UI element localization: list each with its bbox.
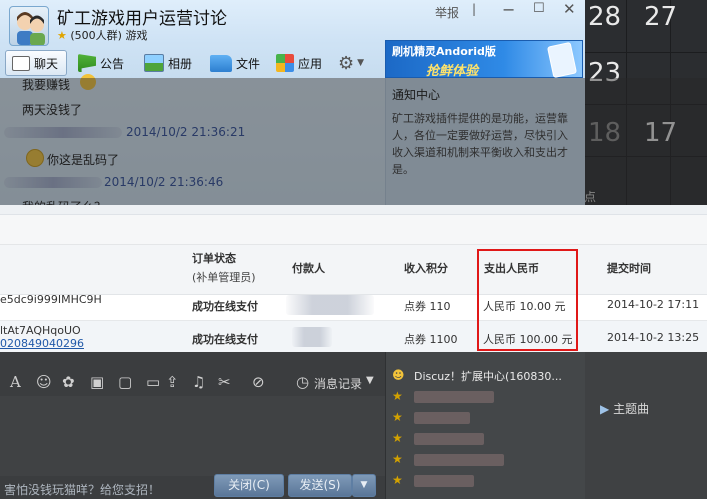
submit-time: 2014-10-2 13:25: [607, 331, 700, 344]
minimize-icon[interactable]: −: [502, 0, 515, 19]
dim-overlay: [0, 78, 707, 205]
order-status: 成功在线支付: [192, 300, 258, 313]
group-member-count: (500人群): [70, 29, 122, 42]
calendar-day: 28: [588, 2, 622, 32]
close-icon[interactable]: ✕: [563, 0, 576, 18]
chevron-down-icon[interactable]: ▼: [366, 375, 374, 386]
redacted-member: [414, 475, 474, 487]
header-income: 收入积分: [404, 262, 448, 275]
group-avatar[interactable]: [9, 6, 49, 46]
scissors-icon[interactable]: ✂: [218, 373, 231, 391]
star-icon: ★: [57, 29, 67, 42]
message-record-button[interactable]: 消息记录: [314, 375, 362, 392]
order-table-panel: 订单状态 (补单管理员) 付款人 收入积分 支出人民币 提交时间 e5dc9i9…: [0, 214, 707, 353]
member-list[interactable]: ☻ Discuz！扩展中心(160830... ★ ★ ★ ★ ★: [385, 352, 585, 499]
emoji-icon[interactable]: ☺: [36, 373, 52, 391]
phone-icon: [546, 41, 578, 79]
window-title: 矿工游戏用户运营讨论: [57, 9, 227, 29]
message-input[interactable]: [0, 396, 385, 476]
header-status: 订单状态: [192, 252, 236, 265]
send-button[interactable]: 发送(S): [288, 474, 352, 497]
star-icon: ★: [392, 473, 403, 487]
backdrop-right: [585, 352, 707, 499]
table-row: e5dc9i999IMHC9H 成功在线支付 点券 110 人民币 10.00 …: [0, 287, 707, 321]
photo-icon: [144, 54, 164, 72]
redacted-member: [414, 412, 470, 424]
redacted-member: [414, 433, 484, 445]
group-toolbar: 聊天 公告 相册 文件 应用 ⚙ ▼: [0, 46, 385, 78]
toolbar-album-button[interactable]: 相册: [144, 50, 192, 76]
font-icon[interactable]: A: [10, 373, 21, 391]
shake-icon[interactable]: ▭: [146, 373, 160, 391]
screenshot-icon[interactable]: ▢: [118, 373, 132, 391]
upload-icon[interactable]: ⇪: [166, 373, 179, 391]
chat-icon: [12, 55, 30, 71]
separator: |: [472, 2, 477, 16]
music-icon[interactable]: ♫: [192, 373, 205, 391]
edit-toolbar: A ☺ ✿ ▣ ▢ ▭ ⇪ ♫ ✂ ⊘ ◷ 消息记录 ▼: [0, 370, 385, 396]
header-time: 提交时间: [607, 262, 651, 275]
avatar: ☻: [392, 368, 405, 382]
toolbar-notice-button[interactable]: 公告: [78, 50, 124, 76]
ad-banner[interactable]: 刷机精灵Andorid版 抢鲜体验: [385, 40, 583, 79]
bottom-tip[interactable]: 害怕没钱玩猫咩？给您支招！: [4, 481, 160, 498]
maximize-icon[interactable]: ☐: [533, 1, 545, 16]
apps-grid-icon: [276, 54, 294, 72]
order-id-link[interactable]: 020849040296: [0, 337, 84, 350]
star-icon: ★: [392, 410, 403, 424]
list-item[interactable]: ★: [390, 389, 580, 405]
close-button[interactable]: 关闭(C): [214, 474, 284, 497]
order-status: 成功在线支付: [192, 333, 258, 346]
group-subtitle: ★ (500人群) 游戏: [57, 27, 147, 43]
submit-time: 2014-10-2 17:11: [607, 298, 700, 311]
table-row: ltAt7AQHqoUO 020849040296 成功在线支付 点券 1100…: [0, 321, 707, 353]
order-id: e5dc9i999IMHC9H: [0, 293, 102, 306]
toolbar-chat-button[interactable]: 聊天: [5, 50, 67, 76]
highlight-box: [477, 249, 578, 351]
redacted-member: [414, 391, 494, 403]
header-payer: 付款人: [292, 262, 325, 275]
report-link[interactable]: 举报: [435, 4, 459, 21]
panel-header-strip: [0, 215, 707, 245]
list-item[interactable]: ★: [390, 452, 580, 468]
group-tag[interactable]: 游戏: [125, 29, 147, 42]
income-points: 点券 110: [404, 300, 451, 313]
header-status-sub: (补单管理员): [192, 271, 256, 284]
star-icon: ★: [392, 431, 403, 445]
member-name: Discuz！扩展中心(160830...: [414, 370, 562, 383]
divider: [0, 205, 707, 214]
block-icon[interactable]: ⊘: [252, 373, 265, 391]
toolbar-app-button[interactable]: 应用: [276, 50, 322, 76]
toolbar-file-button[interactable]: 文件: [210, 50, 260, 76]
order-id: ltAt7AQHqoUO: [0, 324, 81, 337]
redacted-member: [414, 454, 504, 466]
calendar-day: 27: [644, 2, 678, 32]
play-icon: ▶: [600, 402, 610, 416]
subject-label[interactable]: ▶ 主题曲: [600, 400, 649, 417]
banner-title: 刷机精灵Andorid版: [392, 45, 496, 58]
flag-icon: [78, 54, 96, 72]
list-item[interactable]: ★: [390, 410, 580, 426]
magic-emoji-icon[interactable]: ✿: [62, 373, 75, 391]
redacted-payer: [292, 327, 332, 347]
settings-gear-icon[interactable]: ⚙ ▼: [338, 50, 364, 76]
send-options-chevron-icon[interactable]: ▼: [352, 474, 376, 497]
chevron-down-icon: ▼: [357, 58, 365, 68]
income-points: 点券 1100: [404, 333, 458, 346]
list-item[interactable]: ★: [390, 431, 580, 447]
banner-subtitle: 抢鲜体验: [426, 64, 479, 79]
star-icon: ★: [392, 389, 403, 403]
list-item[interactable]: ☻ Discuz！扩展中心(160830...: [390, 368, 580, 384]
folder-icon: [210, 54, 232, 72]
redacted-payer: [286, 295, 374, 315]
image-icon[interactable]: ▣: [90, 373, 104, 391]
star-icon: ★: [392, 452, 403, 466]
history-clock-icon[interactable]: ◷: [296, 373, 309, 391]
list-item[interactable]: ★: [390, 473, 580, 489]
